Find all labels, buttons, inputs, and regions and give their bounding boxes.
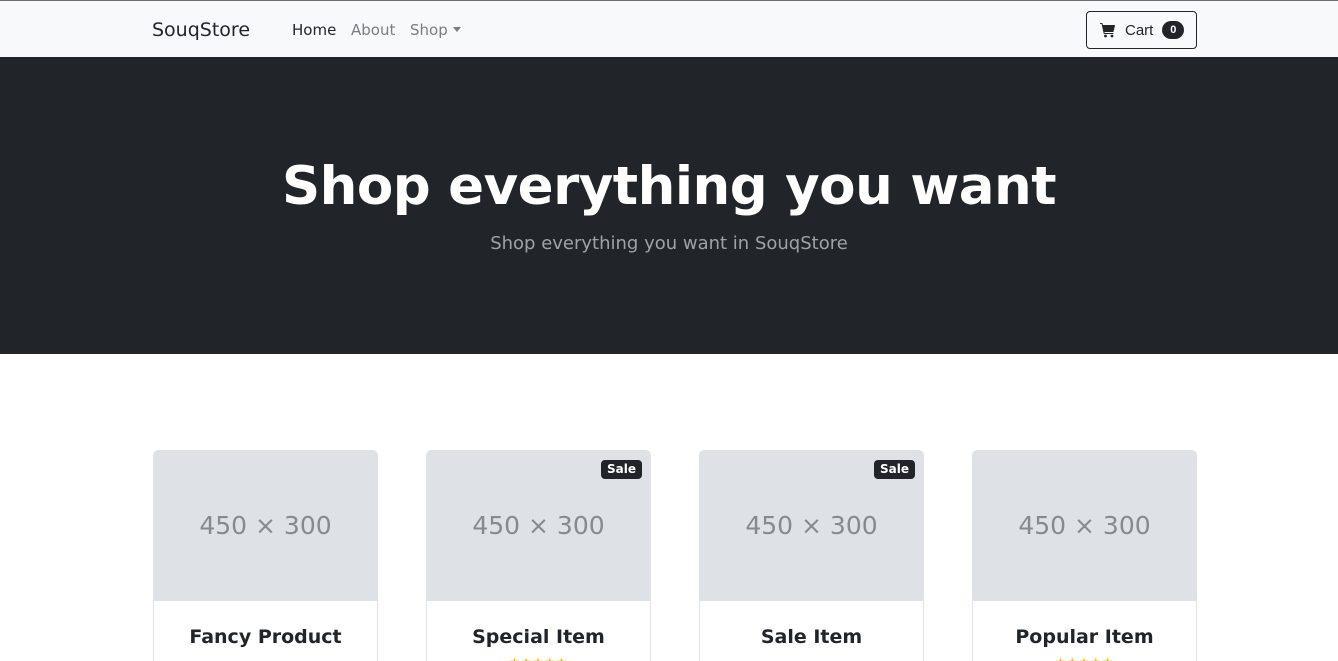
hero-title: Shop everything you want xyxy=(281,156,1057,217)
navbar: SouqStore Home About Shop Cart 0 xyxy=(0,0,1338,57)
nav-link-about[interactable]: About xyxy=(351,21,395,39)
product-title: Special Item xyxy=(472,626,605,648)
product-card: 450 × 300 Sale Special Item ★★★★★ xyxy=(426,450,651,661)
nav-link-home[interactable]: Home xyxy=(292,21,336,39)
sale-badge: Sale xyxy=(601,460,642,479)
product-title: Popular Item xyxy=(1015,626,1154,648)
star-rating: ★★★★★ xyxy=(427,655,650,661)
nav-shop-label: Shop xyxy=(410,21,448,39)
sale-badge: Sale xyxy=(874,460,915,479)
brand-link[interactable]: SouqStore xyxy=(152,19,250,41)
hero-section: Shop everything you want Shop everything… xyxy=(0,57,1338,354)
cart-icon xyxy=(1100,23,1116,38)
product-title: Fancy Product xyxy=(189,626,342,648)
star-rating: ★★★★★ xyxy=(973,655,1196,661)
cart-label: Cart xyxy=(1125,21,1154,39)
hero-subtitle: Shop everything you want in SouqStore xyxy=(490,233,848,254)
caret-down-icon xyxy=(452,27,461,32)
cart-button[interactable]: Cart 0 xyxy=(1086,11,1197,49)
product-card: 450 × 300 Popular Item ★★★★★ xyxy=(972,450,1197,661)
product-title: Sale Item xyxy=(760,626,863,648)
product-card: 450 × 300 Fancy Product xyxy=(153,450,378,661)
cart-count-badge: 0 xyxy=(1162,21,1185,39)
nav-dropdown-shop[interactable]: Shop xyxy=(410,21,461,39)
product-image-placeholder: 450 × 300 xyxy=(154,451,377,601)
product-image-placeholder: 450 × 300 xyxy=(973,451,1196,601)
product-card: 450 × 300 Sale Sale Item xyxy=(699,450,924,661)
